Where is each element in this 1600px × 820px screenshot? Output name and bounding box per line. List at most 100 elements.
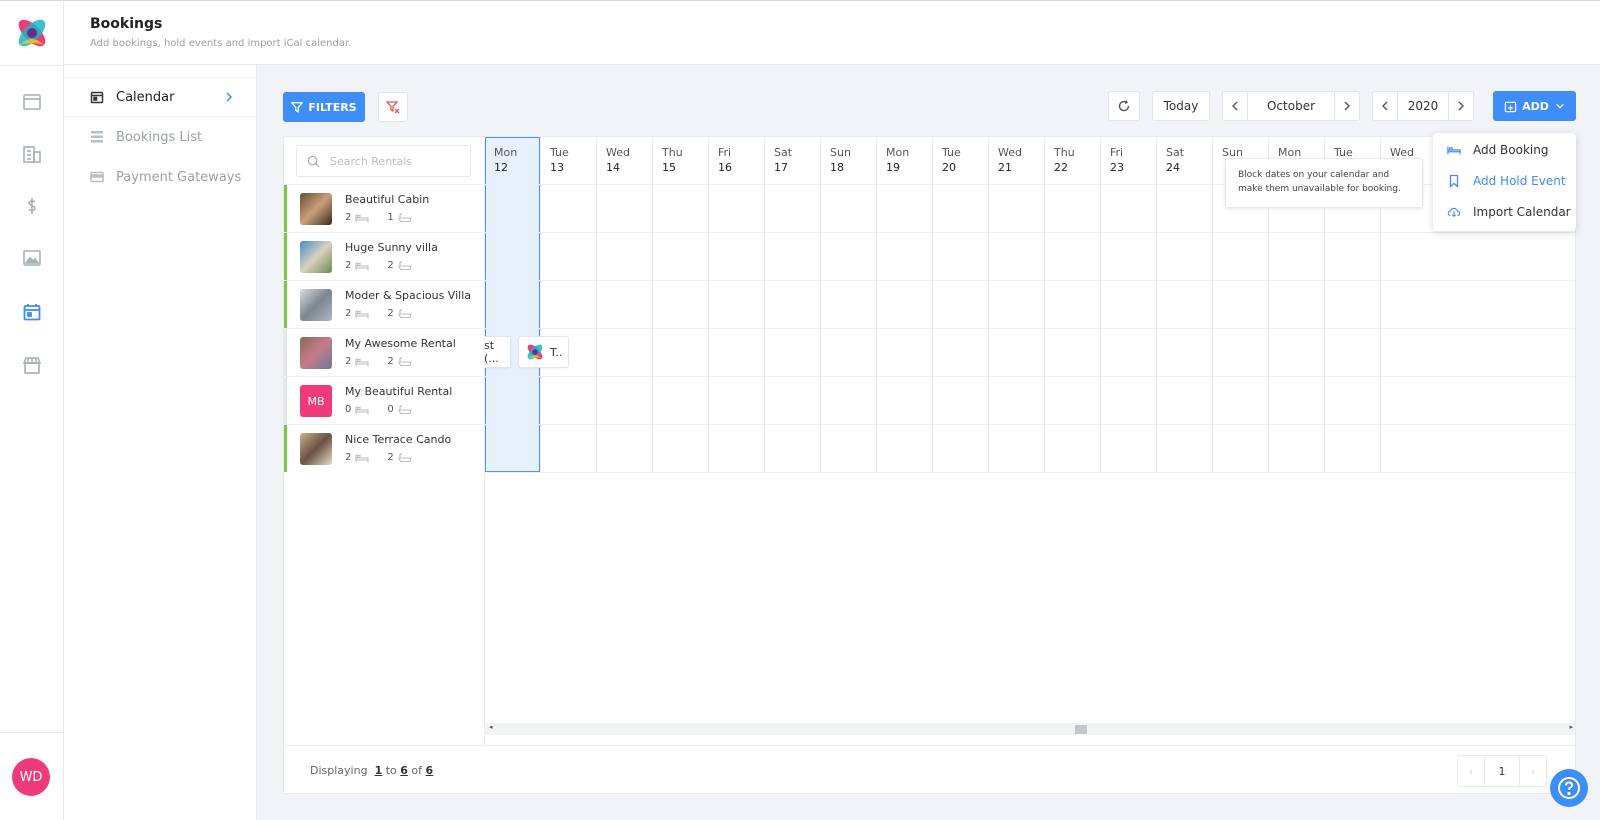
scroll-left-icon[interactable]: ◂ xyxy=(489,723,493,731)
booking-chip[interactable]: T.. xyxy=(518,336,569,368)
year-selector: 2020 xyxy=(1372,91,1474,121)
user-avatar[interactable]: WD xyxy=(12,758,50,796)
day-header[interactable]: Mon 12 xyxy=(485,137,540,184)
clear-filters-button[interactable] xyxy=(378,92,408,122)
day-header[interactable]: Sat 24 xyxy=(1156,137,1212,184)
month-value[interactable]: October xyxy=(1247,92,1335,120)
search-box[interactable] xyxy=(296,145,471,177)
search-input[interactable] xyxy=(330,154,460,168)
day-number: 21 xyxy=(998,161,1012,174)
today-button[interactable]: Today xyxy=(1152,91,1210,121)
day-header[interactable]: Thu 22 xyxy=(1044,137,1100,184)
prev-year-button[interactable] xyxy=(1373,92,1397,120)
baths-count: 2 xyxy=(387,452,394,463)
rental-row[interactable]: Beautiful Cabin 2 1 xyxy=(284,184,485,232)
day-number: 19 xyxy=(886,161,900,174)
day-header[interactable]: Fri 16 xyxy=(708,137,764,184)
subnav-item-calendar[interactable]: Calendar xyxy=(64,77,257,117)
scrollbar-thumb[interactable] xyxy=(1075,725,1087,734)
booking-chip[interactable]: st (... xyxy=(485,336,511,368)
rental-status-bar xyxy=(284,233,287,280)
rental-row[interactable]: MB My Beautiful Rental 0 0 xyxy=(284,376,485,424)
calendar-row[interactable] xyxy=(485,232,1575,280)
calendar-row[interactable] xyxy=(485,424,1575,472)
image-icon[interactable] xyxy=(20,246,44,270)
store-icon[interactable] xyxy=(20,353,44,377)
day-number: 16 xyxy=(718,161,732,174)
help-button[interactable] xyxy=(1550,769,1588,807)
calendar-row[interactable] xyxy=(485,280,1575,328)
baths-count: 0 xyxy=(387,404,394,415)
next-page-button[interactable]: › xyxy=(1520,756,1546,786)
rental-thumbnail xyxy=(300,337,332,369)
day-header[interactable]: Sat 17 xyxy=(764,137,820,184)
day-header[interactable]: Fri 23 xyxy=(1100,137,1156,184)
prev-page-button[interactable]: ‹ xyxy=(1458,756,1484,786)
day-header[interactable]: Mon 19 xyxy=(876,137,932,184)
rental-avatar: MB xyxy=(300,385,332,417)
page-subtitle: Add bookings, hold events and import iCa… xyxy=(90,38,352,49)
day-name: Tue xyxy=(550,146,569,159)
refresh-icon xyxy=(1118,100,1130,112)
next-year-button[interactable] xyxy=(1449,92,1473,120)
calendar-row[interactable] xyxy=(485,376,1575,424)
page-title: Bookings xyxy=(90,16,163,32)
prev-month-button[interactable] xyxy=(1223,92,1247,120)
rental-status-bar xyxy=(284,425,287,472)
rental-name: Huge Sunny villa xyxy=(345,241,438,254)
bed-icon xyxy=(355,261,369,270)
window-icon[interactable] xyxy=(20,90,44,114)
day-number: 15 xyxy=(662,161,676,174)
rental-thumbnail xyxy=(300,433,332,465)
page-number[interactable]: 1 xyxy=(1484,756,1520,786)
rental-row[interactable]: My Awesome Rental 2 2 xyxy=(284,328,485,376)
rental-meta: 2 2 xyxy=(345,452,412,463)
rental-meta: 2 2 xyxy=(345,356,412,367)
question-icon xyxy=(1558,777,1580,799)
app-logo-icon[interactable] xyxy=(14,15,50,51)
rental-name: My Awesome Rental xyxy=(345,337,456,350)
horizontal-scrollbar[interactable]: ◂ ▸ xyxy=(485,723,1575,735)
subnav-item-bookings-list[interactable]: Bookings List xyxy=(64,117,257,157)
dollar-icon[interactable] xyxy=(20,194,44,218)
rental-thumbnail xyxy=(300,193,332,225)
rental-meta: 2 2 xyxy=(345,260,412,271)
building-icon[interactable] xyxy=(20,142,44,166)
calendar-add-icon xyxy=(1504,101,1517,112)
rental-thumbnail xyxy=(300,289,332,321)
add-button[interactable]: ADD xyxy=(1493,91,1576,121)
subnav-item-payment-gateways[interactable]: Payment Gateways xyxy=(64,157,257,197)
menu-item-add-hold-event[interactable]: Add Hold Event xyxy=(1433,166,1576,196)
day-header[interactable]: Sun 18 xyxy=(820,137,876,184)
rental-name: Moder & Spacious Villa xyxy=(345,289,471,302)
table-footer: Displaying 1 to 6 of 6 ‹ 1 › xyxy=(284,745,1575,793)
day-header[interactable]: Tue 20 xyxy=(932,137,988,184)
calendar-row[interactable] xyxy=(485,328,1575,376)
bed-icon xyxy=(355,357,369,366)
rail-divider xyxy=(0,732,64,733)
day-header[interactable]: Wed 21 xyxy=(988,137,1044,184)
filters-button[interactable]: FILTERS xyxy=(283,92,365,122)
refresh-button[interactable] xyxy=(1108,91,1140,121)
day-name: Fri xyxy=(1110,146,1124,159)
filter-icon xyxy=(291,102,304,113)
day-header[interactable]: Wed 14 xyxy=(596,137,652,184)
rental-name: Beautiful Cabin xyxy=(345,193,430,206)
calendar-icon[interactable] xyxy=(20,300,44,324)
day-header[interactable]: Tue 13 xyxy=(540,137,596,184)
bath-icon xyxy=(397,404,412,414)
beds-count: 2 xyxy=(345,356,352,367)
chevron-right-icon xyxy=(1458,101,1464,111)
rental-row[interactable]: Moder & Spacious Villa 2 2 xyxy=(284,280,485,328)
rental-row[interactable]: Nice Terrace Cando 2 2 xyxy=(284,424,485,472)
menu-item-import-calendar[interactable]: Import Calendar xyxy=(1433,197,1576,227)
bed-icon xyxy=(1447,146,1461,155)
day-header[interactable]: Thu 15 xyxy=(652,137,708,184)
year-value[interactable]: 2020 xyxy=(1397,92,1449,120)
next-month-button[interactable] xyxy=(1335,92,1359,120)
rental-meta: 2 1 xyxy=(345,212,412,223)
scroll-right-icon[interactable]: ▸ xyxy=(1569,723,1573,731)
rental-row[interactable]: Huge Sunny villa 2 2 xyxy=(284,232,485,280)
menu-item-add-booking[interactable]: Add Booking xyxy=(1433,135,1576,165)
list-icon xyxy=(91,131,103,143)
